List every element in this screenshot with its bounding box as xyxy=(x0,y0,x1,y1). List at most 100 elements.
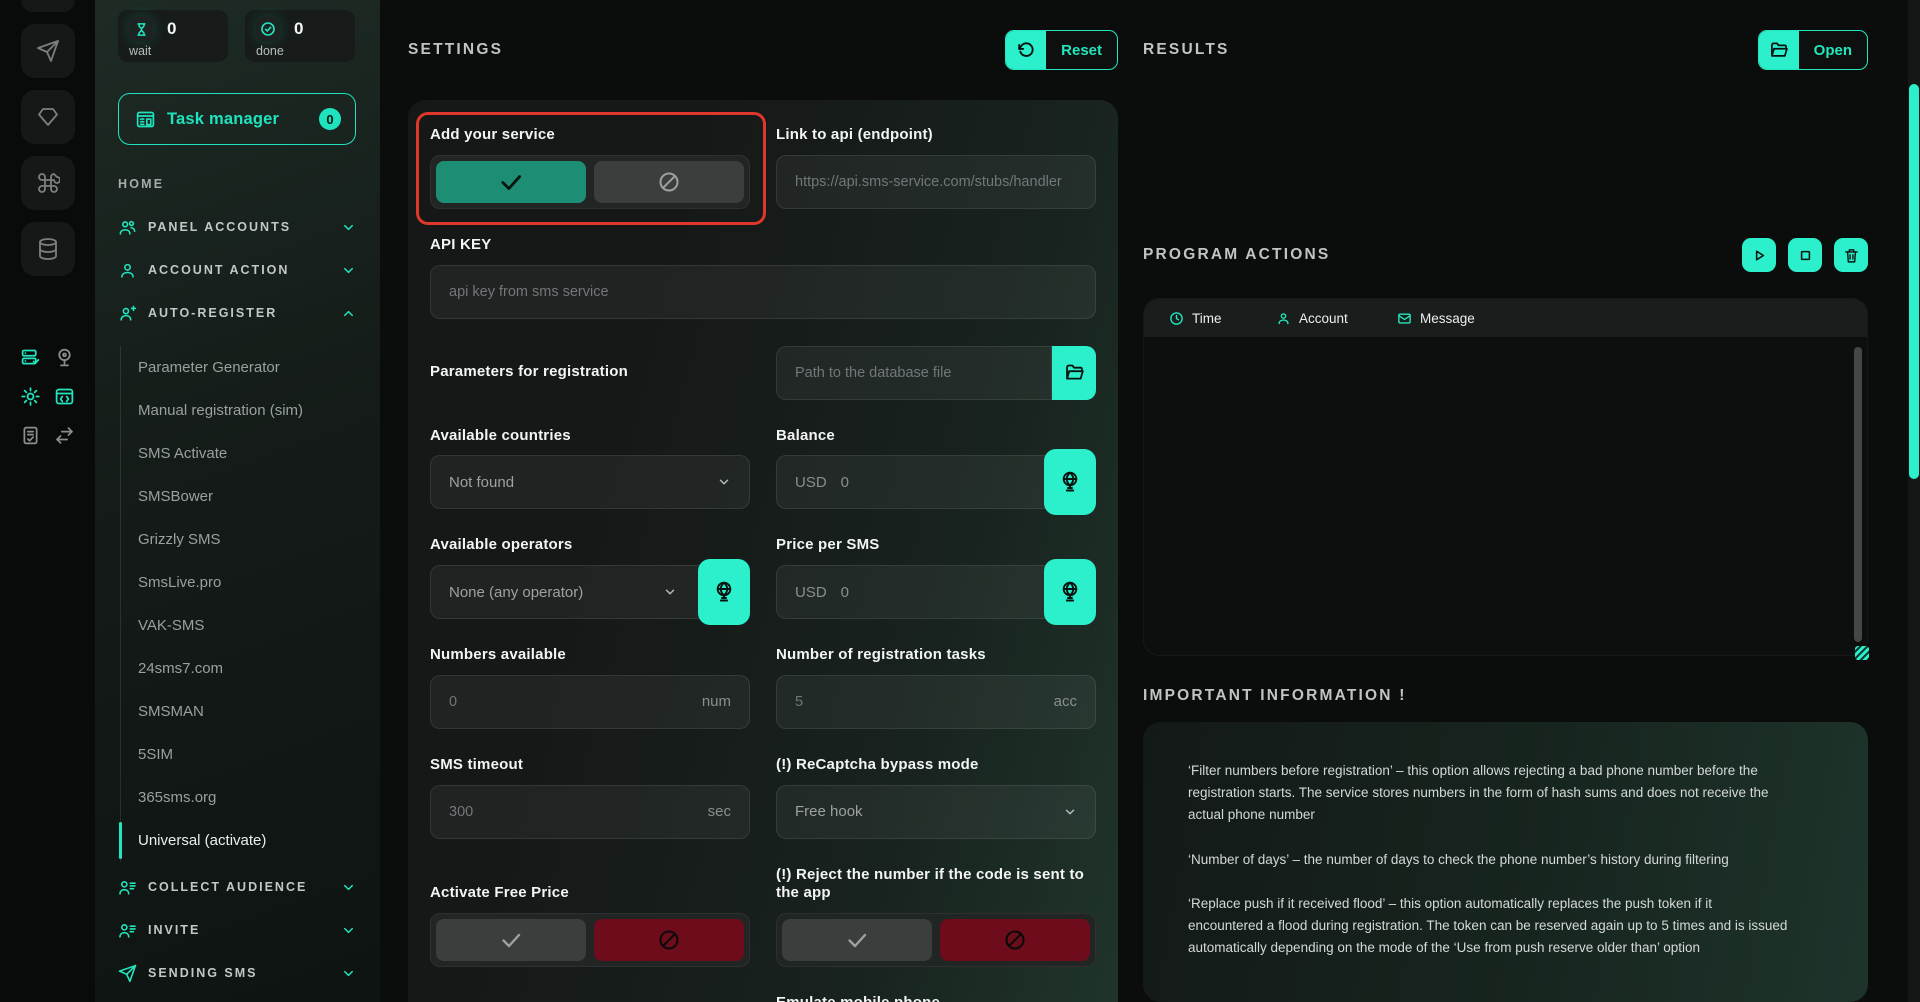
page-scrollbar-thumb[interactable] xyxy=(1909,84,1919,479)
add-service-yes-button[interactable] xyxy=(436,161,586,203)
submenu-item-365sms[interactable]: 365sms.org xyxy=(138,776,356,819)
api-key-field xyxy=(430,265,1096,319)
gear-icon[interactable] xyxy=(20,385,42,407)
users-icon xyxy=(118,218,137,237)
numbers-available-input[interactable] xyxy=(449,694,688,710)
sidebar-item-auto-register[interactable]: AUTO-REGISTER xyxy=(118,303,356,323)
price-globe-button[interactable] xyxy=(1044,559,1096,625)
operators-globe-button[interactable] xyxy=(698,559,750,625)
check-icon xyxy=(845,928,869,952)
partial-tile[interactable] xyxy=(21,0,75,12)
table-scrollbar-thumb[interactable] xyxy=(1854,347,1862,642)
mini-icon-grid xyxy=(20,346,76,446)
sidebar-item-invite[interactable]: INVITE xyxy=(118,920,356,940)
submenu-item-parameter-generator[interactable]: Parameter Generator xyxy=(138,346,356,389)
sidebar-item-label: PANEL ACCOUNTS xyxy=(148,220,291,234)
submenu-item-smsbower[interactable]: SMSBower xyxy=(138,475,356,518)
database-rail-button[interactable] xyxy=(21,222,75,276)
sidebar-item-collect-audience[interactable]: COLLECT AUDIENCE xyxy=(118,877,356,897)
spacer-cell xyxy=(430,994,750,1002)
submenu-item-5sim[interactable]: 5SIM xyxy=(138,733,356,776)
registration-tasks-label: Number of registration tasks xyxy=(776,646,1096,665)
column-label: Account xyxy=(1299,311,1348,326)
send-icon xyxy=(36,39,60,63)
link-api-input[interactable] xyxy=(795,174,1077,190)
doc-check-icon[interactable] xyxy=(20,424,42,446)
send-rail-button[interactable] xyxy=(21,24,75,78)
recaptcha-select[interactable]: Free hook xyxy=(776,785,1096,839)
submenu-item-vak-sms[interactable]: VAK-SMS xyxy=(138,604,356,647)
price-value: 0 xyxy=(841,584,849,601)
check-icon xyxy=(499,928,523,952)
browse-file-button[interactable] xyxy=(1052,346,1096,400)
webcam-icon[interactable] xyxy=(54,346,76,368)
column-header-message[interactable]: Message xyxy=(1397,311,1475,326)
table-resize-handle[interactable] xyxy=(1855,646,1869,660)
auto-register-submenu: Parameter Generator Manual registration … xyxy=(120,346,356,862)
sidebar-item-account-action[interactable]: ACCOUNT ACTION xyxy=(118,260,356,280)
main-area: SETTINGS Reset Add your service xyxy=(380,0,1920,1002)
free-price-yes-button[interactable] xyxy=(436,919,586,961)
sidebar-item-home[interactable]: HOME xyxy=(118,174,356,194)
submenu-item-universal-activate[interactable]: Universal (activate) xyxy=(138,819,356,862)
add-service-toggle xyxy=(430,155,750,209)
submenu-item-24sms7[interactable]: 24sms7.com xyxy=(138,647,356,690)
submenu-item-smsman[interactable]: SMSMAN xyxy=(138,690,356,733)
trash-button[interactable] xyxy=(1834,238,1868,272)
stop-button[interactable] xyxy=(1788,238,1822,272)
numbers-available-label: Numbers available xyxy=(430,646,750,665)
code-window-icon[interactable] xyxy=(54,385,76,407)
globe-icon xyxy=(1058,470,1082,494)
submenu-item-grizzly-sms[interactable]: Grizzly SMS xyxy=(138,518,356,561)
command-rail-button[interactable] xyxy=(21,156,75,210)
important-info-title: IMPORTANT INFORMATION ! xyxy=(1143,687,1868,705)
swap-icon[interactable] xyxy=(54,424,76,446)
task-manager-button[interactable]: Task manager 0 xyxy=(118,93,356,145)
reset-button[interactable]: Reset xyxy=(1005,30,1118,70)
registration-tasks-input[interactable] xyxy=(795,694,1040,710)
sms-timeout-label: SMS timeout xyxy=(430,756,750,775)
settings-form: Add your service Link to api (endpoint) … xyxy=(408,100,1118,1002)
sidebar-item-label: AUTO-REGISTER xyxy=(148,306,277,320)
reset-label: Reset xyxy=(1046,31,1117,69)
db-path-input[interactable] xyxy=(795,365,1033,381)
task-manager-label: Task manager xyxy=(167,110,279,129)
diamond-rail-button[interactable] xyxy=(21,90,75,144)
free-price-no-button[interactable] xyxy=(594,919,744,961)
reject-number-yes-button[interactable] xyxy=(782,919,932,961)
balance-globe-button[interactable] xyxy=(1044,449,1096,515)
sms-timeout-input[interactable] xyxy=(449,804,694,820)
api-key-input[interactable] xyxy=(449,284,1077,300)
page-scrollbar-track[interactable] xyxy=(1908,0,1920,1002)
sidebar-item-panel-accounts[interactable]: PANEL ACCOUNTS xyxy=(118,217,356,237)
chevron-down-icon xyxy=(341,880,356,895)
sidebar-item-label: INVITE xyxy=(148,923,200,937)
registration-tasks-field: acc xyxy=(776,675,1096,729)
server-check-icon[interactable] xyxy=(20,346,42,368)
countries-select[interactable]: Not found xyxy=(430,455,750,509)
params-label-group: Parameters for registration xyxy=(430,346,750,400)
open-button[interactable]: Open xyxy=(1758,30,1868,70)
send-icon xyxy=(118,964,137,983)
reject-number-no-button[interactable] xyxy=(940,919,1090,961)
column-header-account[interactable]: Account xyxy=(1276,311,1397,326)
settings-title: SETTINGS xyxy=(408,41,503,59)
countries-value: Not found xyxy=(449,474,514,491)
open-label: Open xyxy=(1799,31,1867,69)
add-service-no-button[interactable] xyxy=(594,161,744,203)
play-button[interactable] xyxy=(1742,238,1776,272)
column-header-time[interactable]: Time xyxy=(1169,311,1276,326)
task-manager-badge: 0 xyxy=(319,108,341,130)
sidebar-item-sending-sms[interactable]: SENDING SMS xyxy=(118,963,356,983)
folder-icon xyxy=(1064,362,1085,383)
submenu-item-manual-registration[interactable]: Manual registration (sim) xyxy=(138,389,356,432)
important-info-card: ‘Filter numbers before registration’ – t… xyxy=(1143,722,1868,1002)
submenu-item-smslive-pro[interactable]: SmsLive.pro xyxy=(138,561,356,604)
submenu-item-sms-activate[interactable]: SMS Activate xyxy=(138,432,356,475)
done-counter: 0 done xyxy=(245,10,355,62)
balance-label: Balance xyxy=(776,427,1096,446)
folder-open-icon xyxy=(1759,31,1799,69)
user-list-icon xyxy=(118,878,137,897)
reject-number-toggle xyxy=(776,913,1096,967)
clock-icon xyxy=(1169,311,1184,326)
